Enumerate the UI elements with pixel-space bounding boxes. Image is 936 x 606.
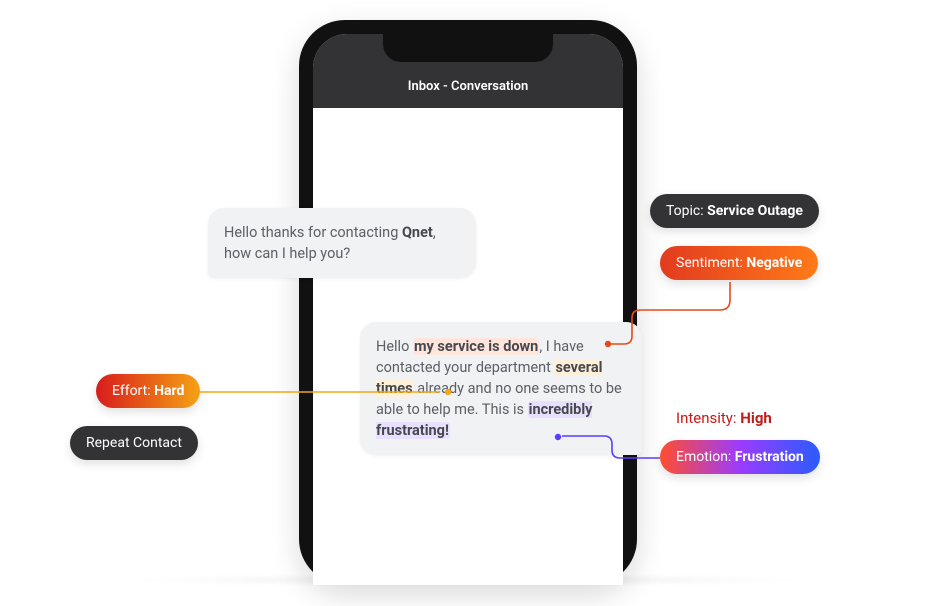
app-header-title: Inbox - Conversation <box>408 79 529 94</box>
agent-text-pre: Hello thanks for contacting <box>224 224 402 241</box>
annotation-sentiment: Sentiment: Negative <box>660 246 818 280</box>
annotation-topic-label: Topic: <box>666 203 707 219</box>
chat-bubble-agent: Hello thanks for contacting Qnet, how ca… <box>208 208 476 278</box>
annotation-intensity-label: Intensity: <box>676 409 740 427</box>
annotation-intensity: Intensity: High <box>660 400 788 436</box>
annotation-intensity-value: High <box>740 409 772 427</box>
customer-t1: Hello <box>376 338 413 355</box>
phone-screen: Inbox - Conversation <box>313 34 623 585</box>
annotation-emotion-label: Emotion: <box>676 449 735 465</box>
agent-brand: Qnet <box>402 224 433 241</box>
highlight-topic: my service is down <box>413 338 539 355</box>
annotation-emotion-value: Frustration <box>735 449 804 465</box>
annotation-topic: Topic: Service Outage <box>650 194 819 228</box>
chat-bubble-customer: Hello my service is down, I have contact… <box>360 322 642 455</box>
annotation-repeat-contact: Repeat Contact <box>70 426 198 460</box>
annotation-effort: Effort: Hard <box>96 374 200 408</box>
annotation-repeat-contact-label: Repeat Contact <box>86 435 182 451</box>
annotation-sentiment-label: Sentiment: <box>676 255 746 271</box>
phone-frame: Inbox - Conversation <box>299 20 637 585</box>
phone-notch <box>383 34 553 62</box>
annotation-sentiment-value: Negative <box>746 255 802 271</box>
diagram-stage: Inbox - Conversation Hello thanks for co… <box>0 0 936 606</box>
annotation-effort-value: Hard <box>154 383 184 399</box>
annotation-emotion: Emotion: Frustration <box>660 440 820 474</box>
annotation-effort-label: Effort: <box>112 383 154 399</box>
annotation-topic-value: Service Outage <box>707 203 803 219</box>
